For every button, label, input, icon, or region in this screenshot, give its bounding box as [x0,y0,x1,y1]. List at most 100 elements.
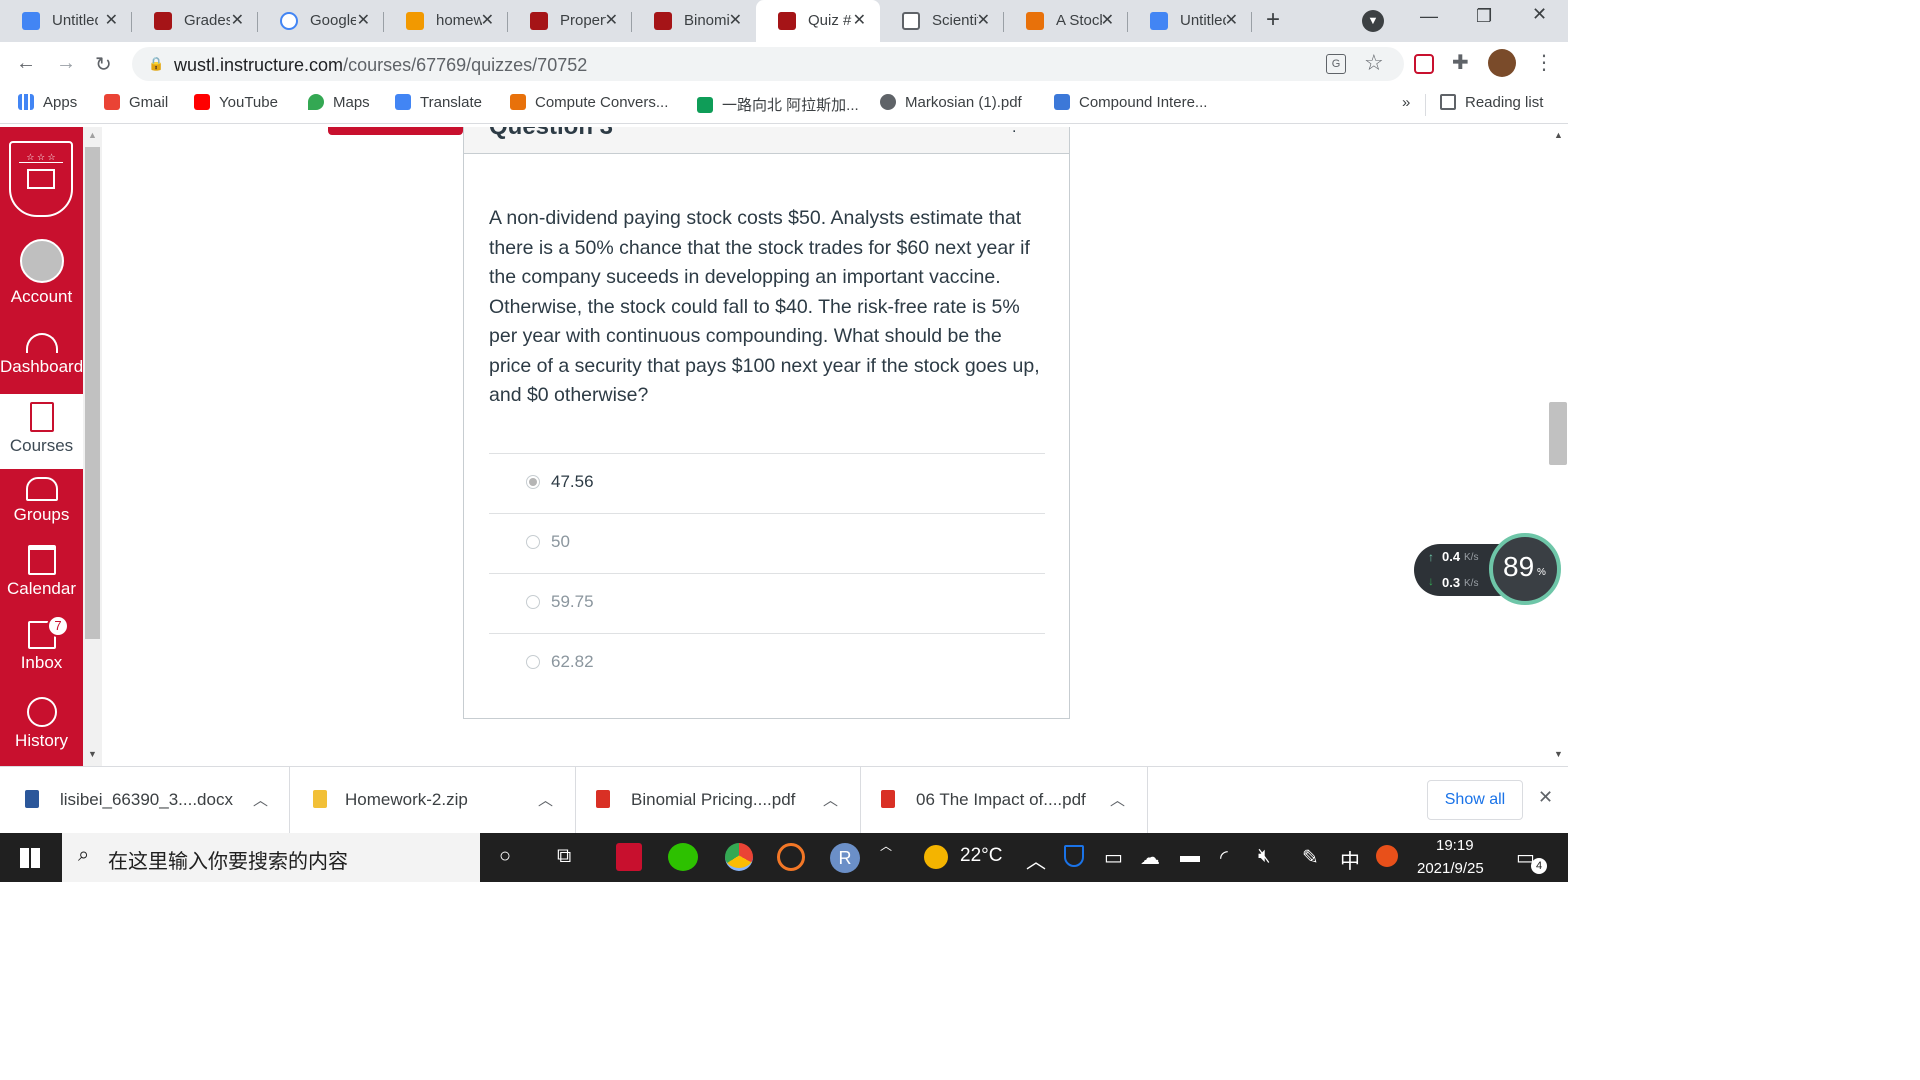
jupyter-icon[interactable] [777,843,805,871]
nav-history[interactable]: History [0,697,83,751]
nav-courses[interactable]: Courses [0,394,83,469]
browser-tab[interactable]: Google ✕ [258,0,384,42]
r-language-icon[interactable]: R [830,843,860,873]
weather-temperature[interactable]: 22°C [960,845,1002,867]
minimize-icon[interactable]: — [1420,6,1438,27]
tab-close-icon[interactable]: ✕ [357,10,370,30]
answer-radio[interactable] [526,595,540,609]
tray-overflow-chevron-icon[interactable]: ︿ [1026,845,1046,874]
answer-radio[interactable] [526,535,540,549]
tab-close-icon[interactable]: ✕ [853,10,866,30]
download-options-chevron-icon[interactable]: ︿ [823,789,838,810]
browser-tab[interactable]: Scientific ✕ [880,0,1004,42]
show-all-downloads-button[interactable]: Show all [1427,780,1523,820]
input-method-indicator[interactable]: 中 [1340,845,1360,874]
reading-list[interactable]: Reading list [1440,94,1543,111]
tab-close-icon[interactable]: ✕ [977,10,990,30]
new-tab-plus-icon[interactable]: + [1266,6,1280,34]
scroll-down-arrow-icon[interactable]: ▼ [1554,749,1563,759]
nav-inbox[interactable]: Inbox 7 [0,615,83,673]
security-shield-icon[interactable] [1064,845,1084,867]
browser-tab[interactable]: Grades ✕ [132,0,258,42]
more-bookmarks-chevron[interactable]: » [1402,94,1410,111]
download-options-chevron-icon[interactable]: ︿ [253,789,268,810]
clock-time[interactable]: 19:19 [1436,837,1474,854]
tab-close-icon[interactable]: ✕ [231,10,244,30]
translate-page-icon[interactable]: G [1326,54,1346,74]
wifi-icon[interactable]: ◜ [1220,845,1228,870]
extensions-puzzle-icon[interactable]: ✚ [1452,50,1469,75]
tab-close-icon[interactable]: ✕ [605,10,618,30]
tray-scroll-up-icon[interactable]: ︿ [880,837,892,854]
tab-search-chevron-icon[interactable]: ▼ [1362,10,1384,32]
sidebar-scroll-thumb[interactable] [85,147,100,639]
windows-start-icon[interactable] [20,848,40,868]
bookmark-gmail[interactable]: Gmail [104,94,168,111]
answer-option[interactable]: 62.82 [489,633,1045,693]
browser-tab[interactable]: homework ✕ [384,0,508,42]
profile-avatar[interactable] [1488,49,1516,77]
extension-shield-icon[interactable] [1414,54,1434,74]
download-item[interactable]: 06 The Impact of....pdf ︿ [861,767,1148,833]
mcafee-icon[interactable] [616,843,642,871]
bookmark-music[interactable]: 一路向北 阿拉斯加... [697,94,859,115]
sidebar-scrollbar[interactable]: ▲ ▼ [83,127,102,766]
download-options-chevron-icon[interactable]: ︿ [1110,789,1125,810]
close-window-icon[interactable]: ✕ [1532,4,1547,25]
download-item[interactable]: lisibei_66390_3....docx ︿ [0,767,290,833]
wechat-icon[interactable] [668,843,698,871]
university-shield-logo[interactable]: ☆ ☆ ☆ [9,141,73,217]
address-bar[interactable]: 🔒 wustl.instructure.com/courses/67769/qu… [132,47,1404,81]
browser-tab[interactable]: A Stock ✕ [1004,0,1128,42]
tab-close-icon[interactable]: ✕ [1225,10,1238,30]
back-arrow-icon[interactable]: ← [16,52,36,75]
answer-option[interactable]: 47.56 [489,453,1045,513]
clock-date[interactable]: 2021/9/25 [1417,860,1484,877]
weather-sun-icon[interactable] [924,845,948,869]
memory-usage-gauge[interactable]: 89 % [1489,533,1561,605]
tab-close-icon[interactable]: ✕ [1101,10,1114,30]
close-downloads-icon[interactable]: ✕ [1538,787,1553,808]
reload-icon[interactable]: ↻ [95,52,112,77]
battery-icon[interactable]: ▬ [1180,845,1200,868]
pen-icon[interactable]: ✎ [1302,845,1319,870]
bookmark-compound[interactable]: Compound Intere... [1054,94,1207,111]
volume-muted-icon[interactable]: 🔇︎ [1258,845,1271,868]
bookmark-translate[interactable]: Translate [395,94,482,111]
nav-calendar[interactable]: Calendar [0,545,83,599]
cortana-circle-icon[interactable]: ○ [499,845,511,868]
bookmark-markosian[interactable]: Markosian (1).pdf [880,94,1022,111]
bookmark-youtube[interactable]: YouTube [194,94,278,111]
browser-tab[interactable]: Untitled ✕ [1128,0,1252,42]
scroll-up-arrow-icon[interactable]: ▲ [1554,130,1563,140]
browser-tab[interactable]: Properties ✕ [508,0,632,42]
onedrive-cloud-icon[interactable]: ☁ [1140,845,1160,870]
bookmark-apps[interactable]: Apps [18,94,77,111]
url-text[interactable]: wustl.instructure.com/courses/67769/quiz… [174,55,587,76]
answer-option[interactable]: 59.75 [489,573,1045,633]
nav-groups[interactable]: Groups [0,477,83,525]
bookmark-star-icon[interactable]: ☆ [1364,50,1384,76]
download-item[interactable]: Binomial Pricing....pdf ︿ [576,767,861,833]
scroll-up-arrow-icon[interactable]: ▲ [88,130,97,140]
answer-radio[interactable] [526,655,540,669]
forward-arrow-icon[interactable]: → [56,52,76,75]
menu-kebab-icon[interactable]: ⋮ [1534,50,1554,75]
chrome-icon[interactable] [725,843,753,871]
download-item[interactable]: Homework-2.zip ︿ [290,767,576,833]
device-icon[interactable]: ▭ [1104,845,1123,870]
task-view-icon[interactable]: ⧉ [557,845,571,868]
tab-close-icon[interactable]: ✕ [729,10,742,30]
restore-icon[interactable]: ❐ [1476,6,1492,27]
taskbar-search-box[interactable]: ⌕ 在这里输入你要搜索的内容 [62,833,480,882]
page-scroll-thumb[interactable] [1549,402,1567,465]
browser-tab[interactable]: Binomial ✕ [632,0,756,42]
sogou-ime-icon[interactable] [1376,845,1398,867]
nav-dashboard[interactable]: Dashboard [0,329,83,377]
bookmark-compute[interactable]: Compute Convers... [510,94,668,111]
scroll-down-arrow-icon[interactable]: ▼ [88,749,97,759]
browser-tab[interactable]: Untitled ✕ [0,0,132,42]
bookmark-maps[interactable]: Maps [308,94,370,111]
answer-radio-selected[interactable] [526,475,540,489]
tab-close-icon[interactable]: ✕ [481,10,494,30]
